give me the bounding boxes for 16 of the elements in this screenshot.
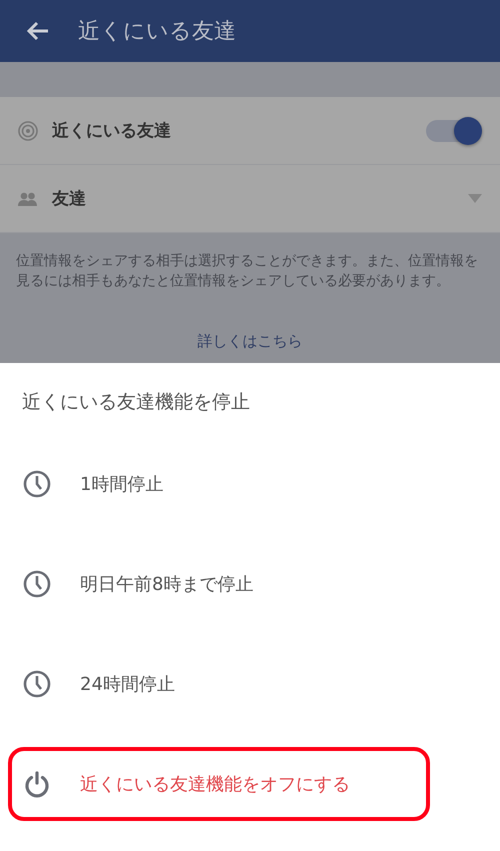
menu-item[interactable]: 1時間停止 <box>8 447 430 521</box>
target-icon <box>18 120 38 140</box>
menu-item[interactable]: 明日午前8時まで停止 <box>8 547 430 621</box>
screen-title: 近くにいる友達 <box>78 18 236 46</box>
setting-label: 友達 <box>52 188 87 210</box>
toggle-switch[interactable] <box>426 116 482 144</box>
menu-item[interactable]: 近くにいる友達機能をオフにする <box>8 747 430 821</box>
back-arrow-icon[interactable] <box>26 21 50 41</box>
sheet-title: 近くにいる友達機能を停止 <box>22 390 250 415</box>
setting-label: 近くにいる友達 <box>52 120 172 142</box>
clock-icon <box>22 669 52 699</box>
toggle-thumb[interactable] <box>454 116 482 144</box>
description-text: 位置情報をシェアする相手は選択することができます。また、位置情報を見るには相手もあなたと位置情報をシェアしている必要があります。 <box>16 252 479 291</box>
menu-item[interactable]: 24時間停止 <box>8 647 430 721</box>
clock-icon <box>22 469 52 499</box>
clock-icon <box>22 569 52 599</box>
